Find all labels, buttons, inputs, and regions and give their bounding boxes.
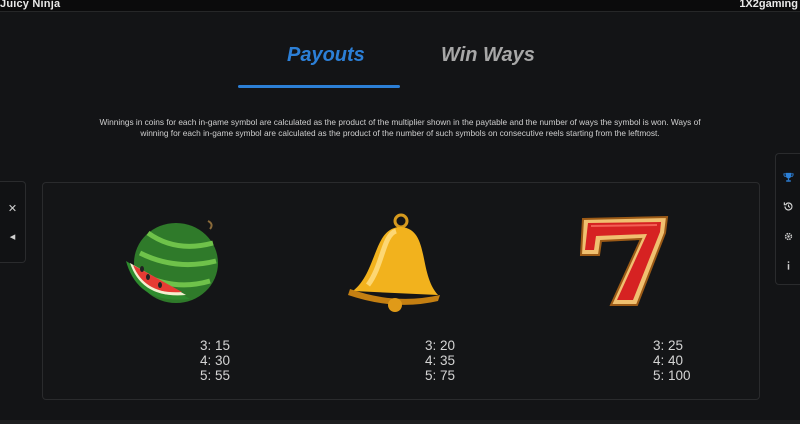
payout-5: 5: 75 <box>425 368 456 383</box>
info-icon[interactable] <box>776 255 800 275</box>
payout-5: 5: 100 <box>653 368 691 383</box>
paytable-panel: 3: 15 4: 30 5: 55 3: 20 4: 35 5: 75 3: 2… <box>42 182 760 400</box>
payouts-description: Winnings in coins for each in-game symbo… <box>99 117 701 138</box>
right-control-panel <box>775 153 800 285</box>
provider-name: 1X2gaming <box>739 0 798 10</box>
payout-4: 4: 40 <box>653 353 684 368</box>
tab-bar: Payouts Win Ways <box>0 40 800 90</box>
game-title: Juicy Ninja <box>0 0 61 10</box>
settings-icon[interactable] <box>776 226 800 246</box>
top-bar: Juicy Ninja 1X2gaming <box>0 0 800 12</box>
payout-values: 3: 25 4: 40 5: 100 <box>571 338 751 383</box>
paytable-item-seven: 3: 25 4: 40 5: 100 <box>571 183 751 399</box>
active-tab-indicator <box>238 85 400 88</box>
close-icon[interactable]: ✕ <box>0 198 25 218</box>
payout-5: 5: 55 <box>200 368 231 383</box>
payout-3: 3: 15 <box>200 338 231 353</box>
collapse-arrow-icon[interactable]: ◂ <box>0 226 25 246</box>
bell-icon <box>348 213 440 312</box>
watermelon-icon <box>126 220 218 303</box>
payout-4: 4: 35 <box>425 353 456 368</box>
history-icon[interactable] <box>776 196 800 216</box>
tab-win-ways[interactable]: Win Ways <box>441 44 535 67</box>
trophy-icon[interactable] <box>776 167 800 187</box>
payout-4: 4: 30 <box>200 353 231 368</box>
payout-values: 3: 15 4: 30 5: 55 <box>118 338 298 383</box>
seven-icon <box>579 215 669 306</box>
paytable-item-watermelon: 3: 15 4: 30 5: 55 <box>118 183 298 399</box>
payout-values: 3: 20 4: 35 5: 75 <box>338 338 518 383</box>
payout-3: 3: 20 <box>425 338 456 353</box>
left-control-panel: ✕ ◂ <box>0 181 26 263</box>
paytable-item-bell: 3: 20 4: 35 5: 75 <box>338 183 518 399</box>
tab-payouts[interactable]: Payouts <box>287 44 365 67</box>
payout-3: 3: 25 <box>653 338 684 353</box>
bottom-edge <box>0 420 800 424</box>
